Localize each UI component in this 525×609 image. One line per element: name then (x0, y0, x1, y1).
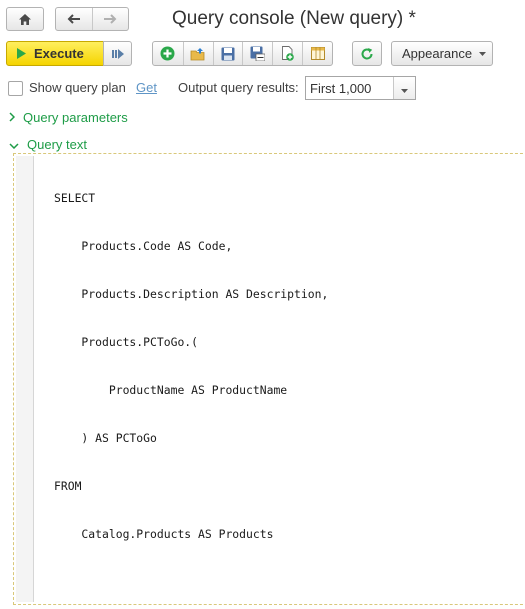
code-line: ) AS PCToGo (54, 431, 157, 445)
output-results-value: First 1,000 (310, 81, 372, 96)
query-parameters-toggle[interactable]: Query parameters (9, 110, 128, 125)
back-button[interactable] (56, 8, 92, 30)
refresh-button[interactable] (352, 41, 382, 66)
new-document-button[interactable] (272, 42, 302, 65)
add-button[interactable] (153, 42, 183, 65)
query-code: SELECT Products.Code AS Code, Products.D… (54, 158, 328, 574)
table-icon (310, 47, 325, 60)
save-as-button[interactable] (242, 42, 272, 65)
forward-button[interactable] (92, 8, 128, 30)
add-icon (160, 46, 175, 61)
show-query-plan-label: Show query plan (29, 80, 126, 95)
chevron-right-icon (9, 110, 23, 125)
appearance-menu-button[interactable]: Appearance (391, 41, 493, 66)
query-file-toolbar (152, 41, 333, 66)
get-plan-link[interactable]: Get (136, 80, 157, 95)
editor-gutter (16, 156, 34, 602)
window-title: Query console (New query) * (172, 8, 416, 29)
table-button[interactable] (302, 42, 332, 65)
code-line: FROM (54, 479, 82, 493)
refresh-icon (360, 47, 374, 61)
arrow-right-icon (103, 14, 117, 24)
execute-options-button[interactable] (103, 41, 132, 66)
caret-down-icon (479, 51, 486, 56)
query-text-label: Query text (27, 137, 87, 152)
save-button[interactable] (212, 42, 243, 65)
play-icon (17, 48, 26, 59)
save-as-icon (250, 46, 266, 61)
execute-button[interactable]: Execute (6, 41, 104, 66)
appearance-label: Appearance (402, 46, 473, 61)
dropdown-button[interactable] (393, 77, 415, 99)
show-query-plan-checkbox[interactable] (8, 81, 23, 96)
output-results-select[interactable]: First 1,000 (305, 76, 416, 100)
query-text-toggle[interactable]: Query text (9, 137, 87, 152)
query-parameters-label: Query parameters (23, 110, 128, 125)
home-button[interactable] (6, 7, 44, 31)
caret-down-icon (401, 81, 408, 96)
query-text-editor[interactable]: SELECT Products.Code AS Code, Products.D… (13, 153, 525, 605)
code-line: Products.Code AS Code, (54, 239, 233, 253)
code-line: Catalog.Products AS Products (54, 527, 274, 541)
new-document-icon (281, 46, 295, 61)
navigation-group (55, 7, 129, 31)
home-icon (18, 13, 32, 26)
execute-label: Execute (34, 46, 84, 61)
output-results-label: Output query results: (178, 80, 299, 95)
open-button[interactable] (182, 42, 213, 65)
code-line: Products.PCToGo.( (54, 335, 199, 349)
save-icon (221, 47, 235, 61)
code-line: SELECT (54, 191, 96, 205)
code-line: Products.Description AS Description, (54, 287, 329, 301)
chevron-down-icon (9, 137, 27, 152)
more-icon (111, 48, 124, 59)
open-folder-icon (190, 47, 206, 61)
arrow-left-icon (67, 14, 81, 24)
code-line: ProductName AS ProductName (54, 383, 288, 397)
